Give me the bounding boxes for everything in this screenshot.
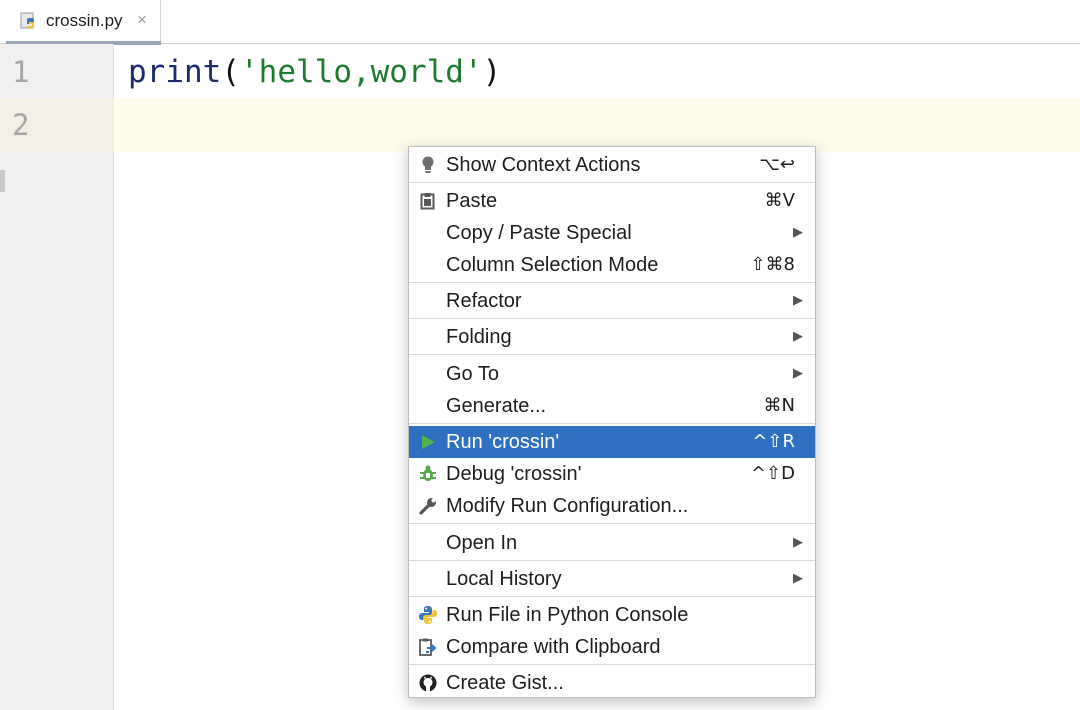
current-line-highlight <box>114 98 1080 152</box>
python-file-icon <box>20 12 38 30</box>
menu-item-create-gist[interactable]: Create Gist... <box>409 667 815 699</box>
menu-item-label: Generate... <box>446 395 547 417</box>
menu-separator <box>409 318 815 319</box>
menu-item-open-in[interactable]: Open In ▶ <box>409 527 815 559</box>
menu-item-refactor[interactable]: Refactor ▶ <box>409 285 815 317</box>
submenu-arrow-icon: ▶ <box>793 224 803 239</box>
editor-context-menu: Show Context Actions ⌥↩ Paste ⌘V Copy / … <box>408 146 816 698</box>
lightbulb-icon <box>418 155 438 175</box>
editor-tab-bar: crossin.py × <box>0 0 1080 45</box>
menu-item-show-context-actions[interactable]: Show Context Actions ⌥↩ <box>409 149 815 181</box>
menu-item-modify-run-configuration[interactable]: Modify Run Configuration... <box>409 490 815 522</box>
menu-item-generate[interactable]: Generate... ⌘N <box>409 390 815 422</box>
code-paren-open: ( <box>221 54 240 90</box>
menu-separator <box>409 423 815 424</box>
menu-item-copy-paste-special[interactable]: Copy / Paste Special ▶ <box>409 217 815 249</box>
menu-item-label: Modify Run Configuration... <box>446 495 689 517</box>
submenu-arrow-icon: ▶ <box>793 292 803 307</box>
line-number: 1 <box>12 55 30 89</box>
menu-item-local-history[interactable]: Local History ▶ <box>409 563 815 595</box>
menu-item-label: Show Context Actions <box>446 154 641 176</box>
menu-item-label: Go To <box>446 363 499 385</box>
menu-separator <box>409 596 815 597</box>
close-icon[interactable]: × <box>137 10 147 30</box>
wrench-icon <box>418 496 438 516</box>
menu-item-label: Folding <box>446 326 512 348</box>
menu-item-run-crossin[interactable]: Run 'crossin' ^⇧R <box>409 426 815 458</box>
submenu-arrow-icon: ▶ <box>793 328 803 343</box>
menu-separator <box>409 664 815 665</box>
menu-item-go-to[interactable]: Go To ▶ <box>409 358 815 390</box>
run-icon <box>418 432 438 452</box>
python-icon <box>418 605 438 625</box>
menu-item-label: Create Gist... <box>446 672 564 694</box>
menu-item-label: Refactor <box>446 290 522 312</box>
menu-item-compare-with-clipboard[interactable]: Compare with Clipboard <box>409 631 815 663</box>
menu-separator <box>409 560 815 561</box>
menu-item-shortcut: ⇧⌘8 <box>750 254 795 275</box>
menu-item-label: Column Selection Mode <box>446 254 659 276</box>
menu-item-column-selection-mode[interactable]: Column Selection Mode ⇧⌘8 <box>409 249 815 281</box>
menu-item-folding[interactable]: Folding ▶ <box>409 321 815 353</box>
menu-item-shortcut: ⌘N <box>763 395 795 416</box>
menu-item-label: Debug 'crossin' <box>446 463 582 485</box>
menu-item-paste[interactable]: Paste ⌘V <box>409 185 815 217</box>
menu-separator <box>409 523 815 524</box>
tab-label: crossin.py <box>46 11 123 30</box>
code-function-token: print <box>128 54 222 90</box>
menu-item-shortcut: ⌥↩ <box>759 154 795 175</box>
code-string-token: 'hello,world' <box>240 54 483 90</box>
menu-item-label: Open In <box>446 532 518 554</box>
code-paren-close: ) <box>482 54 502 90</box>
clipboard-icon <box>418 191 438 211</box>
line-number: 2 <box>12 108 30 142</box>
menu-item-label: Paste <box>446 190 498 212</box>
menu-item-label: Local History <box>446 568 562 590</box>
debug-icon <box>418 464 438 484</box>
menu-item-run-file-in-python-console[interactable]: Run File in Python Console <box>409 599 815 631</box>
menu-separator <box>409 282 815 283</box>
compare-clipboard-icon <box>418 637 438 657</box>
submenu-arrow-icon: ▶ <box>793 534 803 549</box>
menu-item-label: Run 'crossin' <box>446 431 560 453</box>
menu-separator <box>409 354 815 355</box>
submenu-arrow-icon: ▶ <box>793 365 803 380</box>
menu-item-label: Run File in Python Console <box>446 604 689 626</box>
code-line-1[interactable]: print('hello,world') <box>128 54 501 90</box>
menu-item-label: Compare with Clipboard <box>446 636 661 658</box>
menu-item-label: Copy / Paste Special <box>446 222 632 244</box>
menu-separator <box>409 182 815 183</box>
submenu-arrow-icon: ▶ <box>793 570 803 585</box>
tab-crossin-py[interactable]: crossin.py × <box>6 0 161 45</box>
menu-item-shortcut: ^⇧R <box>752 431 795 452</box>
menu-item-debug-crossin[interactable]: Debug 'crossin' ^⇧D <box>409 458 815 490</box>
menu-item-shortcut: ⌘V <box>764 190 795 211</box>
menu-item-shortcut: ^⇧D <box>750 463 795 484</box>
github-icon <box>418 673 438 693</box>
side-panel-handle[interactable] <box>0 170 5 192</box>
